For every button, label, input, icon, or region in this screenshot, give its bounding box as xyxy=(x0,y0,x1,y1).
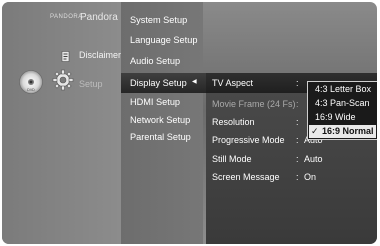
submenu-arrow-icon: ◀ xyxy=(192,79,197,85)
still-mode-value: Auto xyxy=(304,154,323,164)
row-separator: : xyxy=(296,117,299,127)
disclaimer-icon xyxy=(61,51,70,62)
checkmark-icon: ✓ xyxy=(311,126,319,136)
menu-item-system-setup[interactable]: System Setup xyxy=(130,15,187,25)
row-separator: : xyxy=(296,135,299,145)
tv-aspect-dropdown[interactable]: 4:3 Letter Box 4:3 Pan-Scan 16:9 Wide ✓ … xyxy=(307,81,377,140)
gear-icon xyxy=(52,69,74,91)
option-letter-box[interactable]: 4:3 Letter Box xyxy=(315,84,371,94)
pandora-logo: PANDORA xyxy=(50,14,83,20)
dvd-disc-icon: DVD xyxy=(19,70,43,94)
row-separator: : xyxy=(296,154,299,164)
option-16-9-normal-label: 16:9 Normal xyxy=(322,126,374,136)
menu-item-audio-setup[interactable]: Audio Setup xyxy=(130,56,180,66)
left-column xyxy=(2,2,121,244)
setup-menu-item[interactable]: Setup xyxy=(79,79,103,89)
screen-message-value: On xyxy=(304,172,317,182)
row-still-mode[interactable]: Still Mode xyxy=(212,154,252,164)
menu-item-language-setup[interactable]: Language Setup xyxy=(130,35,197,45)
menu-item-display-setup[interactable]: Display Setup xyxy=(130,78,187,88)
disclaimer-menu-item[interactable]: Disclaimer xyxy=(79,50,121,60)
menu-item-network-setup[interactable]: Network Setup xyxy=(130,115,190,125)
row-movie-frame[interactable]: Movie Frame (24 Fs) xyxy=(212,99,296,109)
row-screen-message[interactable]: Screen Message xyxy=(212,172,280,182)
row-resolution[interactable]: Resolution xyxy=(212,117,255,127)
row-separator: : xyxy=(296,99,299,109)
option-16-9-wide[interactable]: 16:9 Wide xyxy=(315,112,356,122)
option-pan-scan[interactable]: 4:3 Pan-Scan xyxy=(315,98,370,108)
screen: PANDORA Pandora Disclaimer DVD Setup Sys… xyxy=(2,2,377,244)
row-tv-aspect[interactable]: TV Aspect xyxy=(212,78,253,88)
svg-text:DVD: DVD xyxy=(27,88,35,92)
row-progressive-mode[interactable]: Progressive Mode xyxy=(212,135,285,145)
row-separator: : xyxy=(296,172,299,182)
pandora-menu-item[interactable]: Pandora xyxy=(80,12,118,23)
menu-item-hdmi-setup[interactable]: HDMI Setup xyxy=(130,97,180,107)
row-separator: : xyxy=(296,78,299,88)
menu-item-parental-setup[interactable]: Parental Setup xyxy=(130,132,191,142)
